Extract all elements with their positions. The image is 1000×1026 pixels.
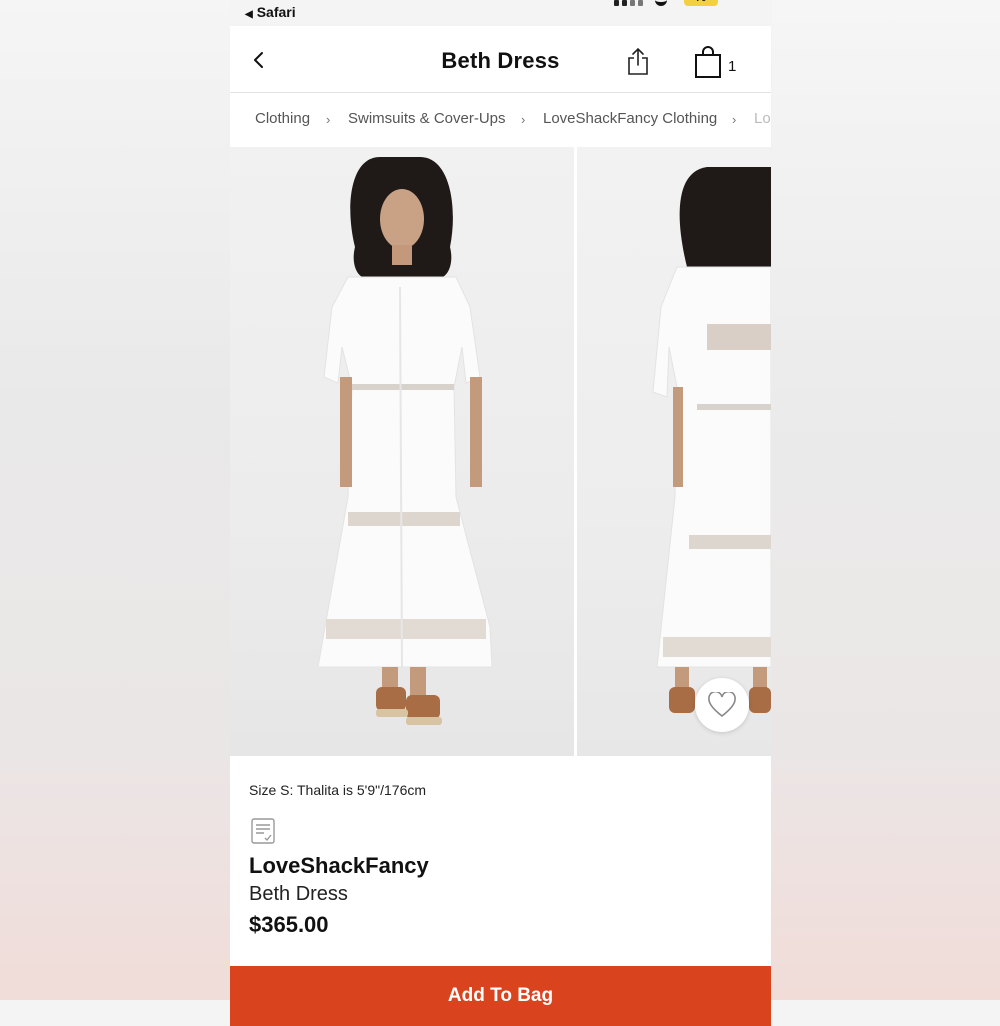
breadcrumb-separator-icon: › xyxy=(732,112,737,127)
bag-count: 1 xyxy=(728,58,737,75)
model-back-illustration xyxy=(652,167,771,713)
product-price: $365.00 xyxy=(249,912,329,937)
product-image-carousel[interactable] xyxy=(230,147,771,756)
product-name: Beth Dress xyxy=(249,883,348,905)
product-photo-back[interactable] xyxy=(577,147,771,756)
breadcrumb-separator-icon: › xyxy=(521,112,526,127)
notes-icon[interactable] xyxy=(249,817,277,845)
brand-name[interactable]: LoveShackFancy xyxy=(249,853,429,879)
add-to-bag-button[interactable]: Add To Bag xyxy=(230,966,771,1026)
share-icon xyxy=(628,47,648,75)
size-caption: Size S: Thalita is 5'9"/176cm xyxy=(249,782,427,798)
breadcrumb-loveshackfancy-clothing[interactable]: LoveShackFancy Clothing xyxy=(543,110,717,127)
page-title: Beth Dress xyxy=(441,48,560,73)
shopping-bag-button[interactable] xyxy=(694,46,722,78)
background-right xyxy=(772,0,1000,1000)
battery-icon: 70 xyxy=(684,0,718,6)
model-front-illustration xyxy=(317,157,493,725)
breadcrumb-clothing[interactable]: Clothing xyxy=(255,110,310,127)
product-photo-front[interactable] xyxy=(230,147,574,756)
shopping-bag-icon xyxy=(695,46,721,78)
share-button[interactable] xyxy=(626,46,650,76)
breadcrumb: Clothing › Swimsuits & Cover-Ups › LoveS… xyxy=(230,93,771,145)
top-nav-bar: Beth Dress 1 xyxy=(230,26,771,93)
breadcrumb-separator-icon: › xyxy=(326,112,331,127)
breadcrumb-next[interactable]: Lo xyxy=(754,110,771,127)
back-triangle-icon: ◀ xyxy=(245,9,253,20)
status-back-to-app[interactable]: ◀ Safari xyxy=(245,4,296,20)
favorite-button[interactable] xyxy=(695,678,749,732)
heart-icon xyxy=(708,692,736,718)
wifi-icon xyxy=(655,0,667,6)
background-left xyxy=(0,0,230,1000)
breadcrumb-swimsuits[interactable]: Swimsuits & Cover-Ups xyxy=(348,110,506,127)
back-app-label: Safari xyxy=(256,4,296,20)
app-screen: Beth Dress 1 Clothing › Swimsuits & Cove… xyxy=(230,26,771,1026)
